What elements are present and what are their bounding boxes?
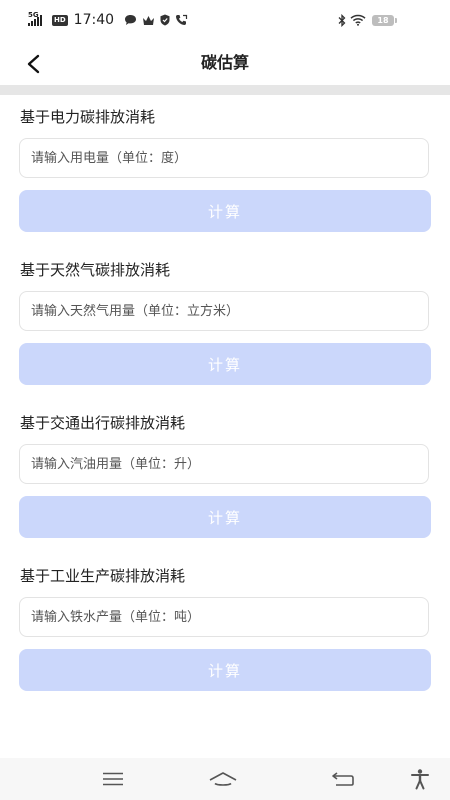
electricity-input[interactable] bbox=[20, 139, 428, 177]
industry-input-box bbox=[19, 597, 429, 637]
wifi-icon bbox=[350, 14, 366, 26]
electricity-input-box bbox=[19, 138, 429, 178]
status-time: 17:40 bbox=[73, 12, 115, 28]
molten-iron-input[interactable] bbox=[20, 598, 428, 636]
section-title-electricity: 基于电力碳排放消耗 bbox=[20, 108, 156, 126]
hd-badge: HD bbox=[52, 14, 68, 26]
battery-icon: 18 bbox=[372, 14, 397, 26]
menu-icon bbox=[103, 772, 123, 786]
nav-back-button[interactable] bbox=[328, 766, 358, 792]
natural-gas-input[interactable] bbox=[20, 292, 428, 330]
nav-home-button[interactable] bbox=[208, 766, 238, 792]
accessibility-icon bbox=[411, 769, 429, 790]
chat-bubble-icon bbox=[125, 15, 137, 25]
section-title-industry: 基于工业生产碳排放消耗 bbox=[20, 567, 186, 585]
section-transport: 基于交通出行碳排放消耗 计算 bbox=[0, 401, 450, 551]
natural-gas-input-box bbox=[19, 291, 429, 331]
battery-level: 18 bbox=[377, 15, 389, 25]
crown-icon bbox=[143, 15, 155, 25]
section-natural-gas: 基于天然气碳排放消耗 计算 bbox=[0, 248, 450, 398]
status-bar: 5G HD 17:40 18 bbox=[0, 0, 450, 40]
nav-menu-button[interactable] bbox=[98, 766, 128, 792]
bluetooth-icon bbox=[338, 13, 346, 27]
nav-accessibility-button[interactable] bbox=[405, 766, 435, 792]
section-electricity: 基于电力碳排放消耗 计算 bbox=[0, 95, 450, 245]
header-divider bbox=[0, 85, 450, 95]
transport-input-box bbox=[19, 444, 429, 484]
shield-icon bbox=[160, 14, 170, 26]
status-left: 5G HD 17:40 bbox=[28, 10, 193, 30]
system-nav-bar bbox=[0, 758, 450, 800]
app-header: 碳估算 bbox=[0, 40, 450, 85]
calculate-electricity-button[interactable]: 计算 bbox=[19, 190, 431, 232]
page-title: 碳估算 bbox=[200, 53, 249, 72]
section-industry: 基于工业生产碳排放消耗 计算 bbox=[0, 554, 450, 704]
phone-call-icon bbox=[176, 14, 188, 25]
section-title-natural-gas: 基于天然气碳排放消耗 bbox=[20, 261, 171, 279]
home-icon bbox=[209, 772, 237, 786]
gasoline-input[interactable] bbox=[20, 445, 428, 483]
signal-icon: 5G bbox=[28, 11, 48, 27]
section-title-transport: 基于交通出行碳排放消耗 bbox=[20, 414, 186, 432]
calculate-industry-button[interactable]: 计算 bbox=[19, 649, 431, 691]
notification-icons bbox=[124, 14, 193, 26]
back-icon bbox=[332, 772, 354, 786]
calculate-natural-gas-button[interactable]: 计算 bbox=[19, 343, 431, 385]
calculate-transport-button[interactable]: 计算 bbox=[19, 496, 431, 538]
status-right: 18 bbox=[334, 10, 397, 30]
